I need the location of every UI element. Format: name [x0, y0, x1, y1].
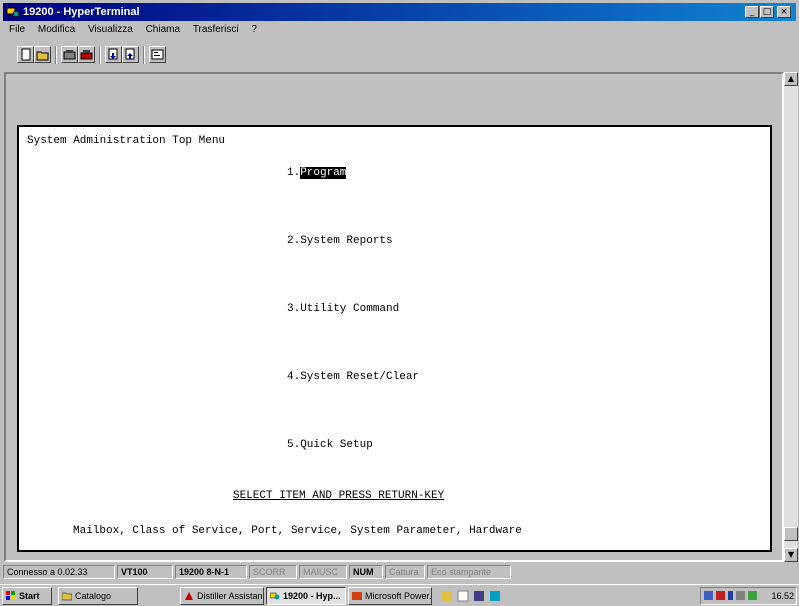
new-connection-button[interactable] [17, 46, 34, 63]
close-button[interactable]: × [777, 6, 791, 18]
menu-item-utility-command[interactable]: 3.Utility Command [287, 303, 399, 316]
tray-icons[interactable] [704, 590, 774, 602]
system-tray: 16.52 [700, 587, 797, 605]
item-number: 3. [287, 303, 301, 315]
menu-item-quick-setup[interactable]: 5.Quick Setup [287, 439, 373, 452]
title-bar[interactable]: 19200 - HyperTerminal _ □ × [3, 3, 796, 21]
item-number: 4. [287, 371, 301, 383]
menu-modifica[interactable]: Modifica [38, 24, 75, 35]
open-button[interactable] [34, 46, 51, 63]
scroll-down-button[interactable]: ▼ [784, 548, 798, 562]
send-file-icon [108, 48, 118, 60]
connect-button[interactable] [61, 46, 78, 63]
folder-icon [36, 51, 49, 61]
receive-button[interactable] [122, 46, 139, 63]
hyperterminal-icon [6, 7, 20, 18]
status-printer-echo: Eco stampante [427, 565, 511, 579]
minimize-button[interactable]: _ [745, 6, 759, 18]
taskbar: Start Catalogo Distiller Assistan... 192… [0, 584, 799, 606]
status-capture: Cattura [385, 565, 425, 579]
item-label: Utility Command [300, 303, 400, 315]
properties-button[interactable] [149, 46, 166, 63]
receive-file-icon [125, 48, 135, 60]
clock: 16.52 [771, 591, 794, 601]
task-label: Microsoft Power... [365, 591, 432, 601]
new-document-icon [21, 48, 31, 61]
hangup-icon [80, 50, 93, 60]
task-distiller[interactable]: Distiller Assistan... [180, 587, 264, 605]
task-label: Distiller Assistan... [197, 591, 264, 601]
status-port-settings: 19200 8-N-1 [175, 565, 247, 579]
quick-launch-icons[interactable] [440, 588, 510, 604]
phone-icon [63, 50, 76, 60]
send-button[interactable] [105, 46, 122, 63]
folder-icon [62, 592, 72, 601]
status-num-lock: NUM [349, 565, 383, 579]
maximize-button[interactable]: □ [760, 6, 774, 18]
powerpoint-icon [352, 592, 362, 600]
start-label: Start [19, 591, 40, 601]
select-prompt: SELECT ITEM AND PRESS RETURN-KEY [233, 490, 445, 502]
menu-trasferisci[interactable]: Trasferisci [193, 24, 239, 35]
status-scroll-lock: SCORR [249, 565, 297, 579]
help-line: Mailbox, Class of Service, Port, Service… [73, 525, 522, 537]
task-powerpoint[interactable]: Microsoft Power... [348, 587, 432, 605]
task-catalogo[interactable]: Catalogo [58, 587, 138, 605]
menu-header: System Administration Top Menu [27, 135, 226, 147]
vertical-scrollbar[interactable]: ▲ ▼ [784, 72, 798, 562]
distiller-icon [185, 592, 193, 600]
toolbar-separator [55, 46, 57, 64]
scroll-up-button[interactable]: ▲ [784, 72, 798, 86]
status-bar: Connesso a 0.02.33 VT100 19200 8-N-1 SCO… [3, 564, 796, 580]
menu-chiama[interactable]: Chiama [146, 24, 180, 35]
item-number: 2. [287, 235, 301, 247]
hyperterminal-window: 19200 - HyperTerminal _ □ × File Modific… [0, 0, 799, 582]
menu-item-system-reset[interactable]: 4.System Reset/Clear [287, 371, 419, 384]
status-emulation: VT100 [117, 565, 173, 579]
menu-bar: File Modifica Visualizza Chiama Trasferi… [3, 22, 261, 38]
terminal-screen[interactable]: System Administration Top Menu 1.Program… [17, 125, 772, 552]
task-label: Catalogo [75, 591, 112, 601]
menu-visualizza[interactable]: Visualizza [88, 24, 133, 35]
task-hyperterminal[interactable]: 19200 - Hyp... [266, 587, 346, 605]
item-number: 5. [287, 439, 301, 451]
toolbar-separator [143, 46, 145, 64]
scroll-thumb[interactable] [784, 527, 798, 541]
toolbar [3, 44, 796, 68]
menu-item-system-reports[interactable]: 2.System Reports [287, 235, 393, 248]
status-caps-lock: MAIUSC [299, 565, 347, 579]
status-connection: Connesso a 0.02.33 [3, 565, 115, 579]
toolbar-separator [99, 46, 101, 64]
hyperterminal-icon [270, 592, 280, 600]
item-label: System Reset/Clear [300, 371, 420, 383]
disconnect-button[interactable] [78, 46, 95, 63]
properties-icon [151, 49, 164, 60]
windows-logo-icon [6, 591, 15, 600]
menu-item-program[interactable]: 1.Program [287, 167, 347, 180]
menu-file[interactable]: File [9, 24, 25, 35]
start-button[interactable]: Start [2, 587, 52, 605]
item-number: 1. [287, 167, 301, 179]
window-title: 19200 - HyperTerminal [23, 6, 140, 18]
menu-help[interactable]: ? [251, 24, 257, 35]
task-label: 19200 - Hyp... [283, 591, 341, 601]
item-label: System Reports [300, 235, 393, 247]
item-label-selected: Program [300, 167, 347, 179]
item-label: Quick Setup [300, 439, 373, 451]
